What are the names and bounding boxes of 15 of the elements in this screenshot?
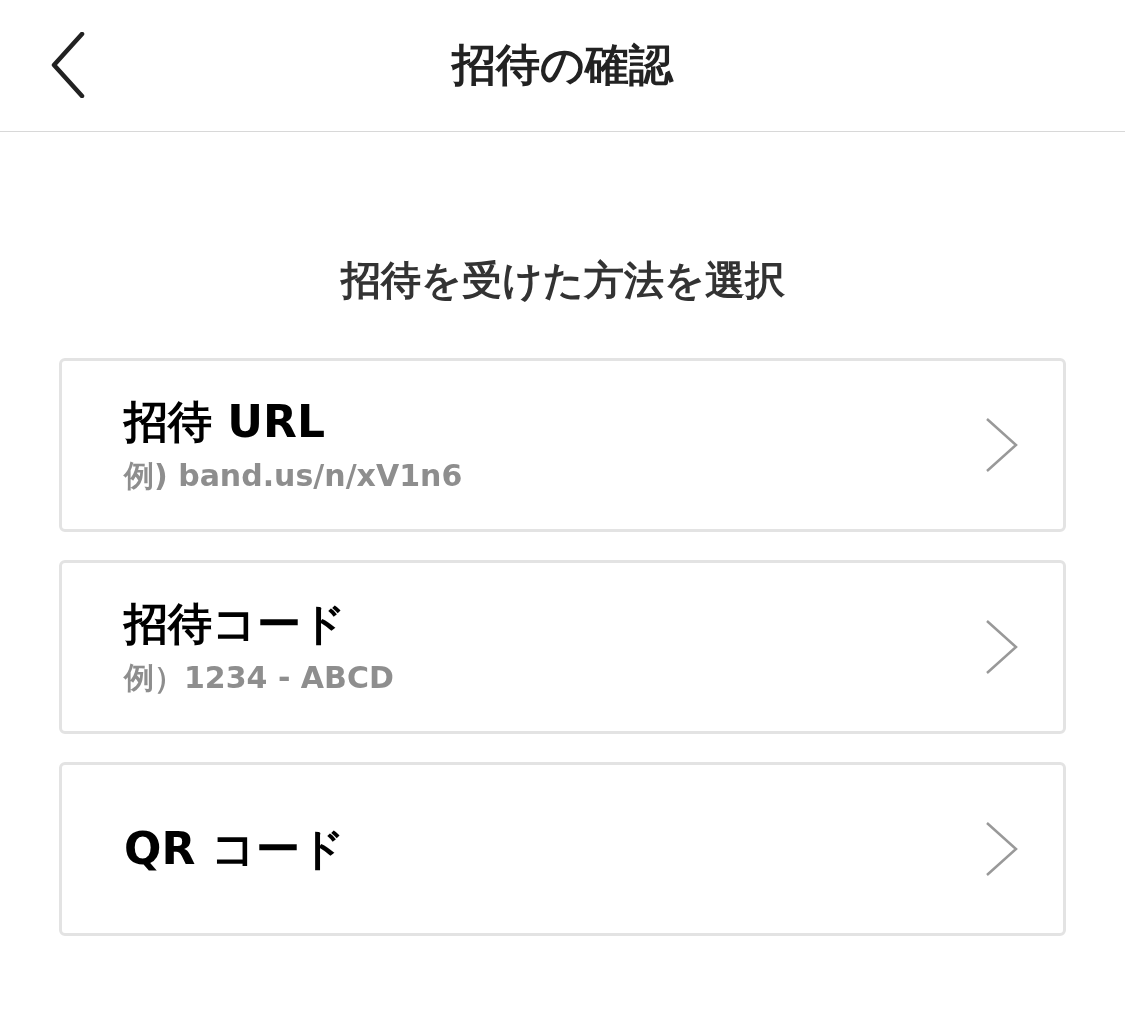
option-card[interactable]: QR コード — [59, 762, 1066, 936]
chevron-right-icon — [985, 417, 1019, 473]
option-title: 招待コード — [124, 597, 347, 651]
option-title: 招待 URL — [124, 395, 326, 449]
chevron-right-icon — [985, 821, 1019, 877]
back-button[interactable] — [50, 32, 86, 98]
back-icon — [50, 32, 86, 98]
header-title: 招待の確認 — [452, 38, 673, 92]
option-example: 例）1234 - ABCD — [124, 659, 394, 697]
prompt-text: 招待を受けた方法を選択 — [339, 256, 786, 305]
option-title: QR コード — [124, 821, 345, 876]
option-example: 例) band.us/n/xV1n6 — [124, 457, 463, 495]
option-card[interactable]: 招待 URL 例) band.us/n/xV1n6 — [59, 358, 1066, 532]
option-card[interactable]: 招待コード 例）1234 - ABCD — [59, 560, 1066, 734]
chevron-right-icon — [985, 619, 1019, 675]
